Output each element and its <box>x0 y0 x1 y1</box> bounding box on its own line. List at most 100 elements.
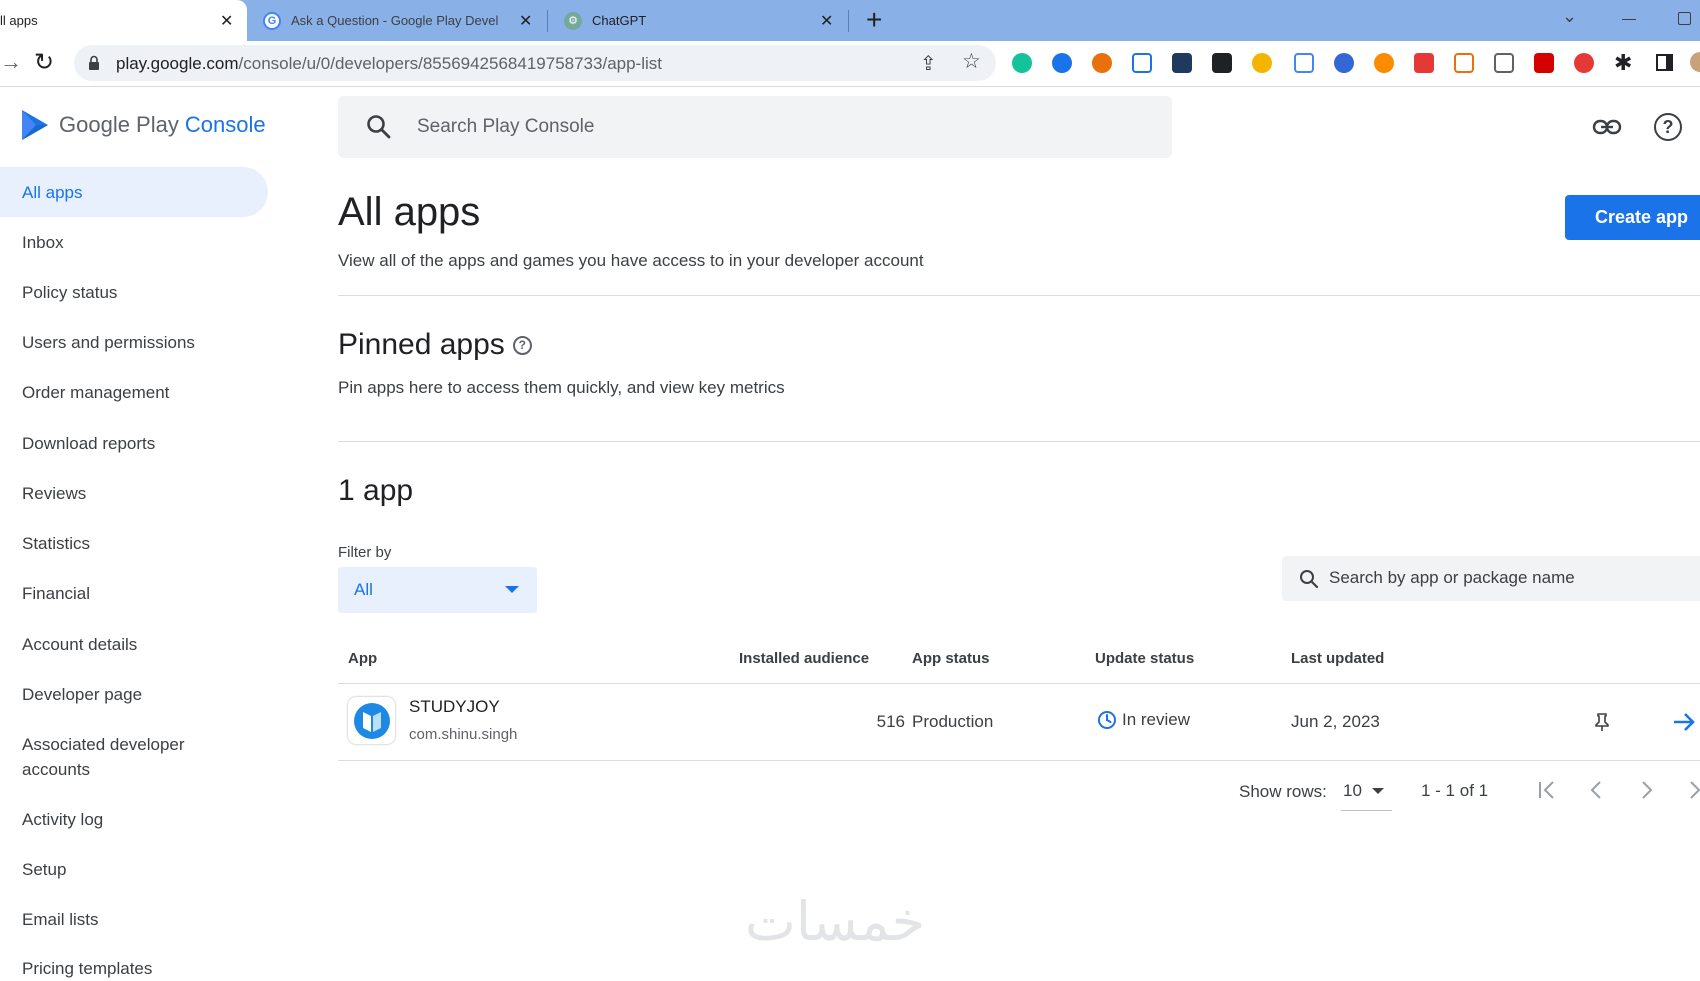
search-icon <box>367 115 391 139</box>
create-app-button[interactable]: Create app <box>1565 195 1700 240</box>
extension-icon[interactable] <box>1052 53 1072 73</box>
sidebar: All apps Inbox Policy status Users and p… <box>0 88 300 978</box>
tab-ask-question[interactable]: G Ask a Question - Google Play Devel ✕ <box>247 0 547 41</box>
extension-icon[interactable] <box>1454 53 1474 73</box>
table-row[interactable]: STUDYJOY com.shinu.singh 516 Production … <box>338 684 1700 760</box>
close-icon[interactable]: ✕ <box>220 11 233 31</box>
column-header-update-status[interactable]: Update status <box>1095 650 1194 667</box>
new-tab-button[interactable]: + <box>866 4 882 36</box>
sidebar-item-label: Setup <box>22 860 67 879</box>
omnibox[interactable]: play.google.com/console/u/0/developers/8… <box>74 45 996 81</box>
share-icon[interactable]: ⇪ <box>920 51 937 76</box>
sidebar-item-financial[interactable]: Financial <box>0 581 268 606</box>
sidebar-item-users-permissions[interactable]: Users and permissions <box>0 330 268 355</box>
sidebar-item-reviews[interactable]: Reviews <box>0 481 268 506</box>
console-search-input[interactable]: Search Play Console <box>338 96 1172 158</box>
puzzle-extensions-icon[interactable]: ✱ <box>1614 50 1632 76</box>
pinned-apps-title: Pinned apps <box>338 328 505 361</box>
next-page-icon[interactable] <box>1639 779 1655 801</box>
sidebar-item-associated-developer-accounts[interactable]: Associated developer accounts <box>0 732 230 782</box>
arrow-forward-icon[interactable] <box>1672 712 1696 732</box>
help-icon[interactable]: ? <box>1654 113 1682 141</box>
show-rows-label: Show rows: <box>1239 782 1327 801</box>
app-count-title: 1 app <box>338 474 414 507</box>
forward-arrow-icon[interactable]: → <box>0 49 22 75</box>
extension-icon[interactable] <box>1414 53 1434 73</box>
rows-per-page-value: 10 <box>1343 781 1362 800</box>
sidebar-item-pricing-templates[interactable]: Pricing templates <box>0 956 268 981</box>
close-icon[interactable]: ✕ <box>519 11 532 31</box>
sidebar-item-label: Reviews <box>22 484 87 503</box>
sidebar-item-label: Account details <box>22 635 138 654</box>
search-placeholder: Search Play Console <box>417 116 595 137</box>
extension-icon[interactable] <box>1574 53 1594 73</box>
extension-icon[interactable] <box>1334 53 1354 73</box>
first-page-icon[interactable] <box>1536 779 1558 801</box>
tab-search-chevron-icon[interactable]: ⌄ <box>1562 6 1577 27</box>
column-header-installed-audience[interactable]: Installed audience <box>739 650 869 667</box>
app-name[interactable]: STUDYJOY <box>409 697 500 717</box>
sidebar-item-label: Policy status <box>22 283 118 302</box>
sidebar-item-label: Pricing templates <box>22 959 153 978</box>
reload-icon[interactable]: ↻ <box>34 48 54 77</box>
app-package-name: com.shinu.singh <box>409 726 518 743</box>
update-status-value: In review <box>1122 710 1191 729</box>
filter-label: Filter by <box>338 544 392 561</box>
filter-select[interactable]: All <box>338 567 537 613</box>
pagination-range: 1 - 1 of 1 <box>1421 781 1489 800</box>
bookmark-star-icon[interactable]: ☆ <box>962 49 981 74</box>
sidebar-item-download-reports[interactable]: Download reports <box>0 431 268 456</box>
help-circle-icon[interactable]: ? <box>512 335 532 355</box>
extension-icon[interactable] <box>1534 53 1554 73</box>
close-icon[interactable]: ✕ <box>820 11 833 31</box>
minimize-icon[interactable] <box>1622 19 1636 20</box>
sidebar-item-inbox[interactable]: Inbox <box>0 230 268 255</box>
sidebar-item-activity-log[interactable]: Activity log <box>0 807 268 832</box>
extension-icon[interactable] <box>1374 53 1394 73</box>
tab-chatgpt[interactable]: ⚙ ChatGPT ✕ <box>548 0 848 41</box>
column-header-app-status[interactable]: App status <box>912 650 990 667</box>
pin-icon[interactable] <box>1594 712 1610 732</box>
table-bottom-divider <box>338 760 1700 761</box>
sidebar-item-label: Users and permissions <box>22 333 195 352</box>
previous-page-icon[interactable] <box>1588 779 1604 801</box>
column-header-app[interactable]: App <box>348 650 377 667</box>
sidebar-item-account-details[interactable]: Account details <box>0 632 268 657</box>
app-search-input[interactable]: Search by app or package name <box>1282 556 1700 601</box>
clock-icon <box>1098 711 1116 729</box>
sidebar-item-order-management[interactable]: Order management <box>0 380 268 405</box>
tab-separator <box>848 10 849 32</box>
sidebar-item-label: Developer page <box>22 685 143 704</box>
url-text: play.google.com/console/u/0/developers/8… <box>116 54 662 74</box>
last-page-icon[interactable] <box>1688 779 1700 801</box>
extension-icon[interactable] <box>1172 53 1192 73</box>
sidebar-item-label: Financial <box>22 584 91 603</box>
extension-icon[interactable] <box>1252 53 1272 73</box>
tab-title: Ask a Question - Google Play Devel <box>291 13 499 28</box>
sidebar-item-statistics[interactable]: Statistics <box>0 531 268 556</box>
page-title: All apps <box>338 190 481 234</box>
extension-icon[interactable] <box>1494 53 1514 73</box>
sidebar-item-setup[interactable]: Setup <box>0 857 268 882</box>
sidebar-item-all-apps[interactable]: All apps <box>0 167 268 217</box>
column-header-last-updated[interactable]: Last updated <box>1291 650 1384 667</box>
sidebar-item-label: Associated developer accounts <box>22 735 185 779</box>
sidebar-item-developer-page[interactable]: Developer page <box>0 682 268 707</box>
extension-icon[interactable] <box>1294 53 1314 73</box>
sidebar-item-label: Email lists <box>22 910 99 929</box>
side-panel-icon[interactable] <box>1656 54 1673 71</box>
sidebar-item-policy-status[interactable]: Policy status <box>0 280 268 305</box>
browser-toolbar: → ↻ play.google.com/console/u/0/develope… <box>0 41 1700 87</box>
maximize-icon[interactable] <box>1678 12 1691 25</box>
extension-icon[interactable] <box>1132 53 1152 73</box>
app-search-placeholder: Search by app or package name <box>1329 568 1575 587</box>
sidebar-item-email-lists[interactable]: Email lists <box>0 907 268 932</box>
extension-icon[interactable] <box>1092 53 1112 73</box>
grammarly-extension-icon[interactable] <box>1012 53 1032 73</box>
link-icon[interactable] <box>1592 116 1622 138</box>
app-icon <box>348 697 395 744</box>
rows-per-page-select[interactable]: 10 <box>1341 776 1392 811</box>
page-subtitle: View all of the apps and games you have … <box>338 251 924 270</box>
tab-all-apps[interactable]: ll apps ✕ <box>0 0 247 41</box>
extension-icon[interactable] <box>1212 53 1232 73</box>
